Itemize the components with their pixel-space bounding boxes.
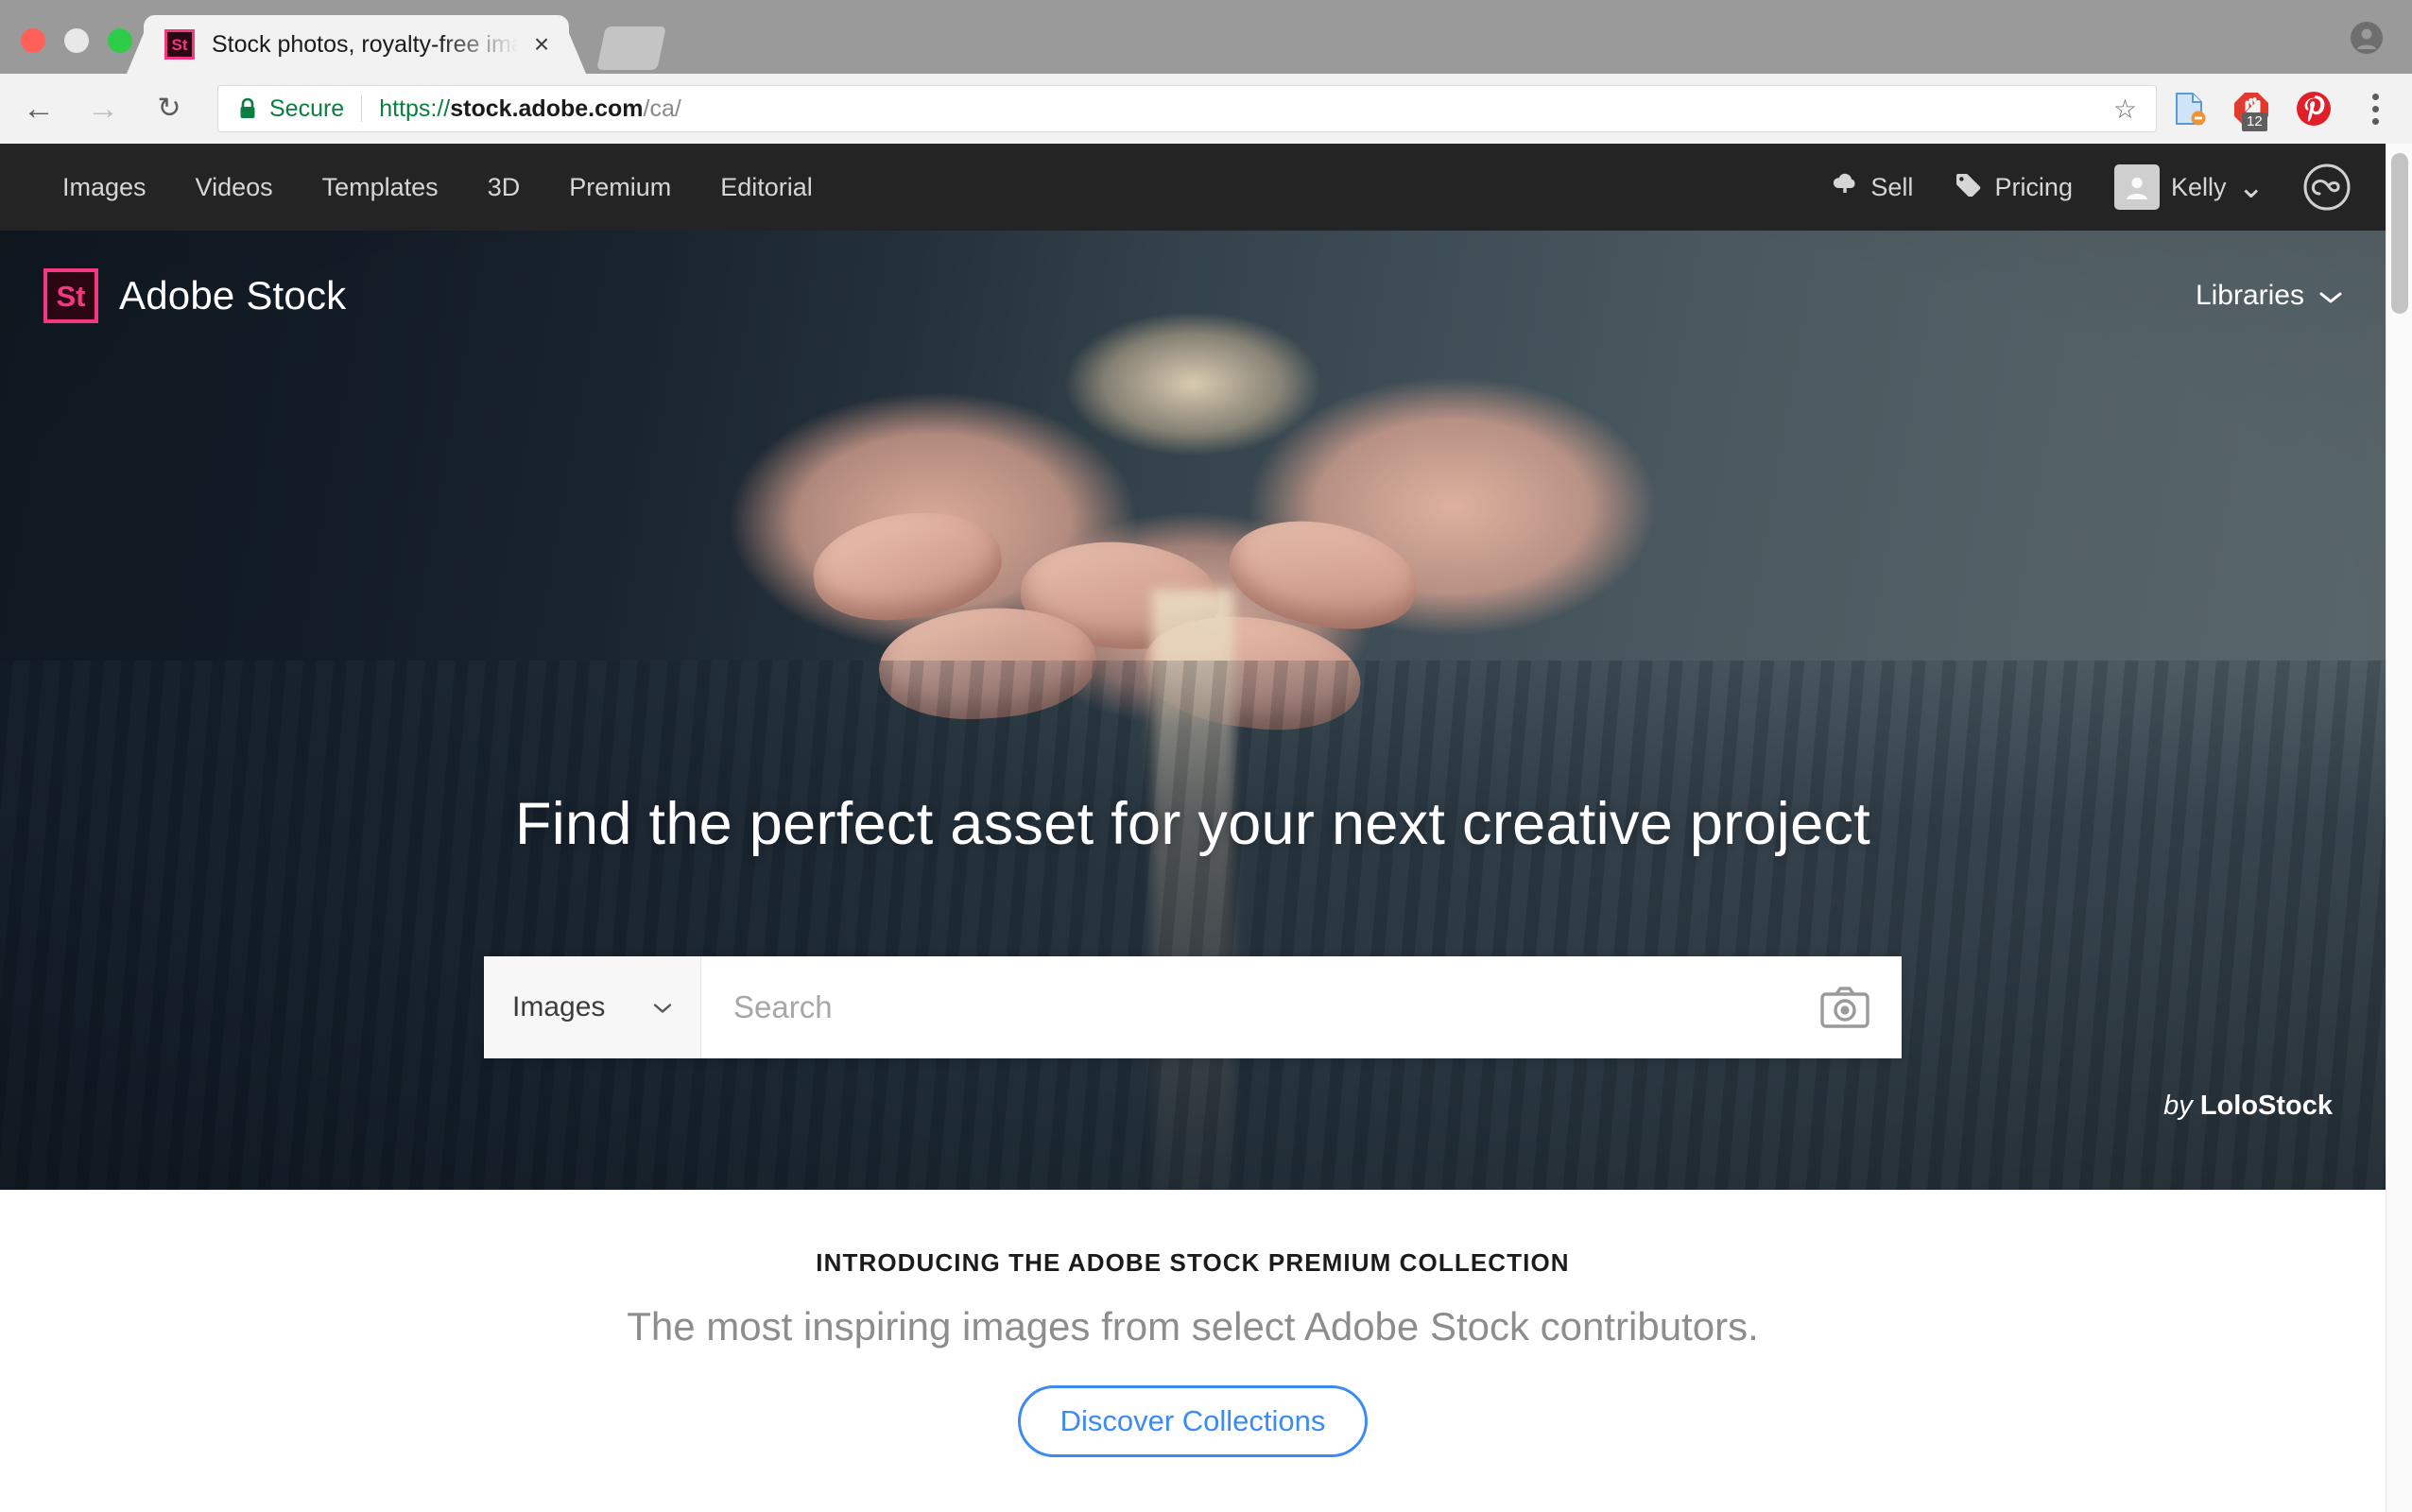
extension-toolbar: 12 [2170,90,2412,131]
page-scrollbar[interactable] [2386,144,2412,1512]
libraries-dropdown[interactable]: Libraries [2196,280,2342,312]
new-tab-button[interactable] [596,26,666,70]
hero-brand-bar: St Adobe Stock Libraries [0,255,2386,336]
chrome-menu-icon[interactable] [2361,93,2389,125]
photo-credit-author[interactable]: LoloStock [2200,1091,2333,1121]
photo-credit: by LoloStock [2163,1091,2333,1122]
creative-cloud-icon[interactable] [2302,163,2352,212]
hero-headline: Find the perfect asset for your next cre… [514,791,1871,857]
promo-eyebrow-text: INTRODUCING THE ADOBE STOCK PREMIUM COLL… [816,1248,1570,1277]
url-scheme: https:// [379,94,451,122]
nav-item-videos[interactable]: Videos [171,173,298,202]
close-tab-icon[interactable]: × [527,29,556,59]
browser-tab[interactable]: St Stock photos, royalty-free images, gr… [144,15,569,74]
omnibox-divider [361,95,363,122]
cloud-upload-icon [1831,172,1859,203]
scrollbar-thumb[interactable] [2391,153,2408,314]
secure-label: Secure [269,94,345,122]
user-avatar [2113,164,2160,210]
primary-nav-links: Images Videos Templates 3D Premium Edito… [38,173,837,202]
chevron-down-icon [2319,280,2342,312]
minimize-window-button[interactable] [64,28,89,53]
nav-item-sell[interactable]: Sell [1810,172,1934,203]
nav-item-user-menu[interactable]: Kelly ⌄ [2093,164,2285,210]
title-bar: St Stock photos, royalty-free images, gr… [0,0,2412,74]
forward-button[interactable]: → [81,87,125,130]
nav-pricing-label: Pricing [1994,172,2073,201]
address-bar[interactable]: Secure https://stock.adobe.com/ca/ ☆ [217,85,2157,132]
libraries-label: Libraries [2195,280,2304,311]
lock-icon [237,97,258,120]
hero-search-bar: Images [484,956,1902,1058]
nav-item-3d[interactable]: 3D [463,173,545,202]
nav-item-editorial[interactable]: Editorial [696,173,837,202]
url-path: /ca/ [643,94,681,122]
pinterest-extension-icon[interactable] [2295,90,2333,128]
premium-collection-promo: INTRODUCING THE ADOBE STOCK PREMIUM COLL… [0,1190,2386,1457]
site-top-navigation: Images Videos Templates 3D Premium Edito… [0,144,2386,231]
discover-collections-button[interactable]: Discover Collections [1017,1385,1369,1457]
chevron-down-icon: ⌄ [2237,168,2266,205]
search-type-label: Images [512,991,606,1022]
secondary-nav-links: Sell Pricing Kelly ⌄ [1810,163,2352,212]
bookmark-star-icon[interactable]: ☆ [2113,94,2137,125]
nav-item-images[interactable]: Images [38,173,171,202]
tab-title: Stock photos, royalty-free images, graph… [212,30,527,58]
adblock-extension-icon[interactable]: 12 [2232,90,2270,131]
search-type-dropdown[interactable]: Images [484,956,701,1058]
adobe-stock-logo-icon[interactable]: St [43,268,98,323]
visual-search-camera-icon[interactable] [1788,956,1902,1058]
price-tag-icon [1955,172,1983,203]
browser-window: St Stock photos, royalty-free images, gr… [0,0,2412,1512]
chevron-down-icon [653,995,672,1020]
browser-toolbar: ← → ↻ Secure https://stock.adobe.com/ca/… [0,74,2412,144]
nav-item-templates[interactable]: Templates [298,173,463,202]
adobe-stock-favicon-icon: St [164,29,195,60]
url-host: stock.adobe.com [450,94,644,122]
close-window-button[interactable] [21,28,45,53]
user-name-label: Kelly [2170,172,2227,201]
adblock-badge-count: 12 [2242,112,2267,131]
nav-item-pricing[interactable]: Pricing [1934,172,2093,203]
maximize-window-button[interactable] [108,28,132,53]
photo-credit-by: by [2163,1091,2193,1121]
promo-subtitle-text: The most inspiring images from select Ad… [627,1304,1759,1349]
hero-banner: St Adobe Stock Libraries Find the perfec… [0,231,2386,1190]
reload-button[interactable]: ↻ [147,87,191,130]
document-extension-icon[interactable] [2170,90,2208,128]
back-button[interactable]: ← [17,87,60,130]
window-controls [21,28,132,53]
page-viewport: Images Videos Templates 3D Premium Edito… [0,144,2412,1512]
url-text: https://stock.adobe.com/ca/ [379,95,681,123]
nav-item-premium[interactable]: Premium [544,173,696,202]
browser-profile-avatar-icon[interactable] [2350,21,2384,55]
search-input[interactable] [701,956,1788,1058]
site-brand-name[interactable]: Adobe Stock [119,273,346,318]
nav-sell-label: Sell [1870,172,1914,201]
